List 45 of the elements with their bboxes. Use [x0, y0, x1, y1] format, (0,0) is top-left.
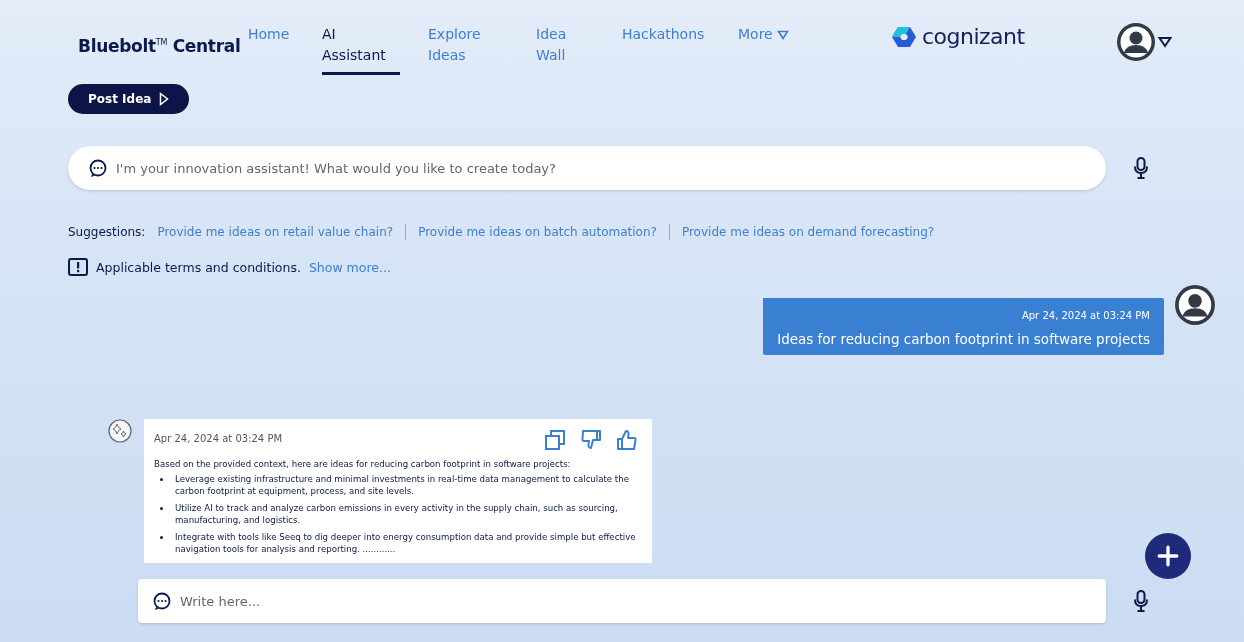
- post-idea-button[interactable]: Post Idea: [68, 84, 190, 114]
- company-logo: cognizant: [922, 24, 1025, 49]
- search-field[interactable]: I'm your innovation assistant! What would you like to create today?: [116, 156, 1092, 180]
- suggestion-link[interactable]: Provide me ideas on demand forecasting?: [681, 225, 935, 239]
- sparkle-icon: [108, 419, 132, 443]
- logo-icon: [890, 25, 918, 48]
- suggestion-link[interactable]: Provide me ideas on batch automation?: [418, 225, 657, 239]
- avatar-icon[interactable]: [1174, 284, 1216, 326]
- show-more-link[interactable]: Show more...: [308, 259, 391, 275]
- message-text: Based on the provided context, here are ideas for reducing carbon footprint in software projects:: [154, 459, 572, 469]
- message-time: Apr 24, 2024 at 03:24 PM: [1021, 310, 1150, 321]
- copy-icon[interactable]: [544, 429, 566, 451]
- add-button[interactable]: [1145, 533, 1191, 579]
- nav-tab[interactable]: Hackathons: [622, 22, 705, 54]
- bullet-icon: [160, 507, 163, 510]
- terms-text: Applicable terms and conditions.: [96, 259, 301, 275]
- caret-icon[interactable]: [1158, 36, 1172, 48]
- bullet-text: Leverage existing infrastructure and minimal investments in real-time data management to calculate the carbon footprint at equipment, process, and site levels.: [175, 473, 630, 497]
- suggestions-label: Suggestions:: [68, 225, 146, 239]
- nav-tab[interactable]: More: [738, 22, 789, 54]
- bullet-text: Utilize AI to track and analyze carbon emissions in every activity in the supply chain, such as sourcing, manufacturing, and logistics.: [175, 502, 619, 526]
- brand-title: Bluebolt$^{TM}$ Central: [78, 36, 242, 56]
- message-text: Ideas for reducing carbon footprint in software projects: [777, 331, 1150, 347]
- nav-tab[interactable]: AI Assistant: [322, 22, 400, 75]
- thumbs-up-icon[interactable]: [616, 429, 638, 451]
- nav-tab[interactable]: Home: [248, 22, 290, 54]
- search-bar[interactable]: I'm your innovation assistant! What would you like to create today?: [68, 146, 1106, 190]
- play-icon: [159, 92, 170, 106]
- nav-tab[interactable]: Explore Ideas: [428, 22, 508, 75]
- alert-icon: [68, 258, 88, 276]
- suggestion-link[interactable]: Provide me ideas on retail value chain?: [157, 225, 394, 239]
- bullet-icon: [160, 478, 163, 481]
- microphone-icon[interactable]: [1134, 590, 1148, 612]
- microphone-icon[interactable]: [1134, 157, 1148, 179]
- chat-icon: [152, 591, 172, 611]
- plus-icon: [1157, 545, 1179, 567]
- message-bar[interactable]: Write here...: [138, 579, 1106, 623]
- message-input[interactable]: Write here...: [180, 589, 1092, 613]
- message-time: Apr 24, 2024 at 03:24 PM: [154, 433, 283, 444]
- bullet-icon: [160, 536, 163, 539]
- avatar-icon[interactable]: [1116, 22, 1156, 62]
- thumbs-down-icon[interactable]: [580, 429, 602, 451]
- bullet-text: Integrate with tools like Seeq to dig deeper into energy consumption data and provide simple but effective navigation tools for analysis and reporting. ............: [175, 531, 637, 555]
- chat-icon: [88, 158, 108, 178]
- nav-tab[interactable]: Idea Wall: [536, 22, 594, 75]
